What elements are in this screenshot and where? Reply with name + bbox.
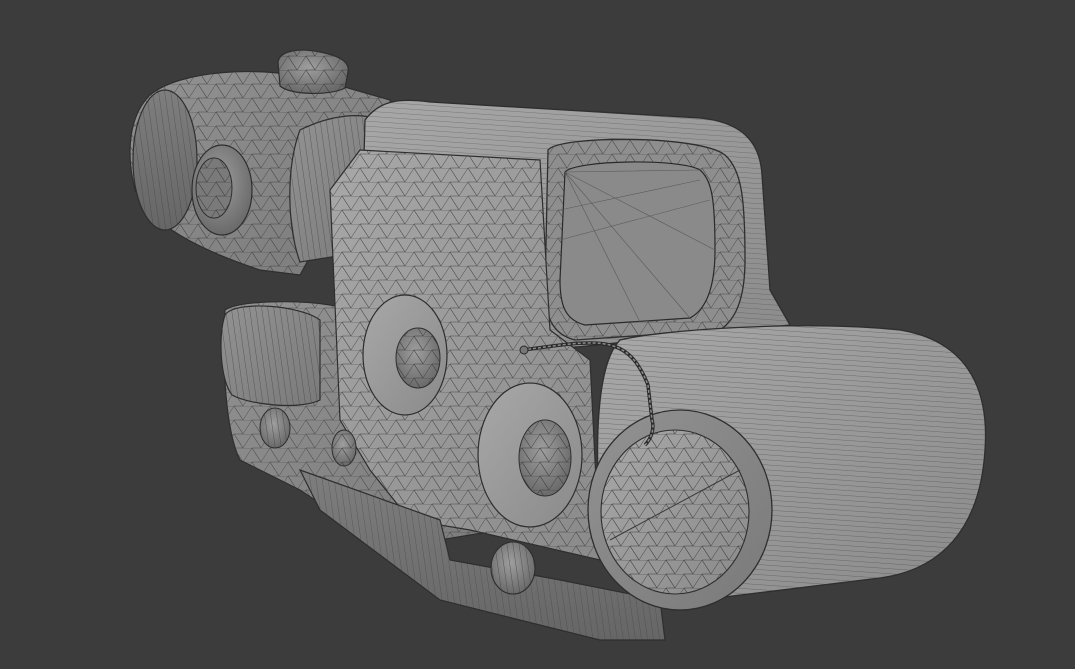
mount-screw-mid [331, 429, 357, 467]
top-turret-knob [277, 49, 349, 95]
side-turret-knob [191, 144, 253, 236]
sight-model-render [129, 49, 987, 641]
mount-screw-bottom [490, 541, 536, 595]
battery-housing [587, 325, 987, 611]
adjustment-button-lower [477, 382, 583, 528]
3d-viewport[interactable] [0, 0, 1075, 669]
mount-screw-left [259, 407, 291, 449]
adjustment-button-upper [362, 294, 448, 416]
lower-tube [220, 305, 321, 407]
